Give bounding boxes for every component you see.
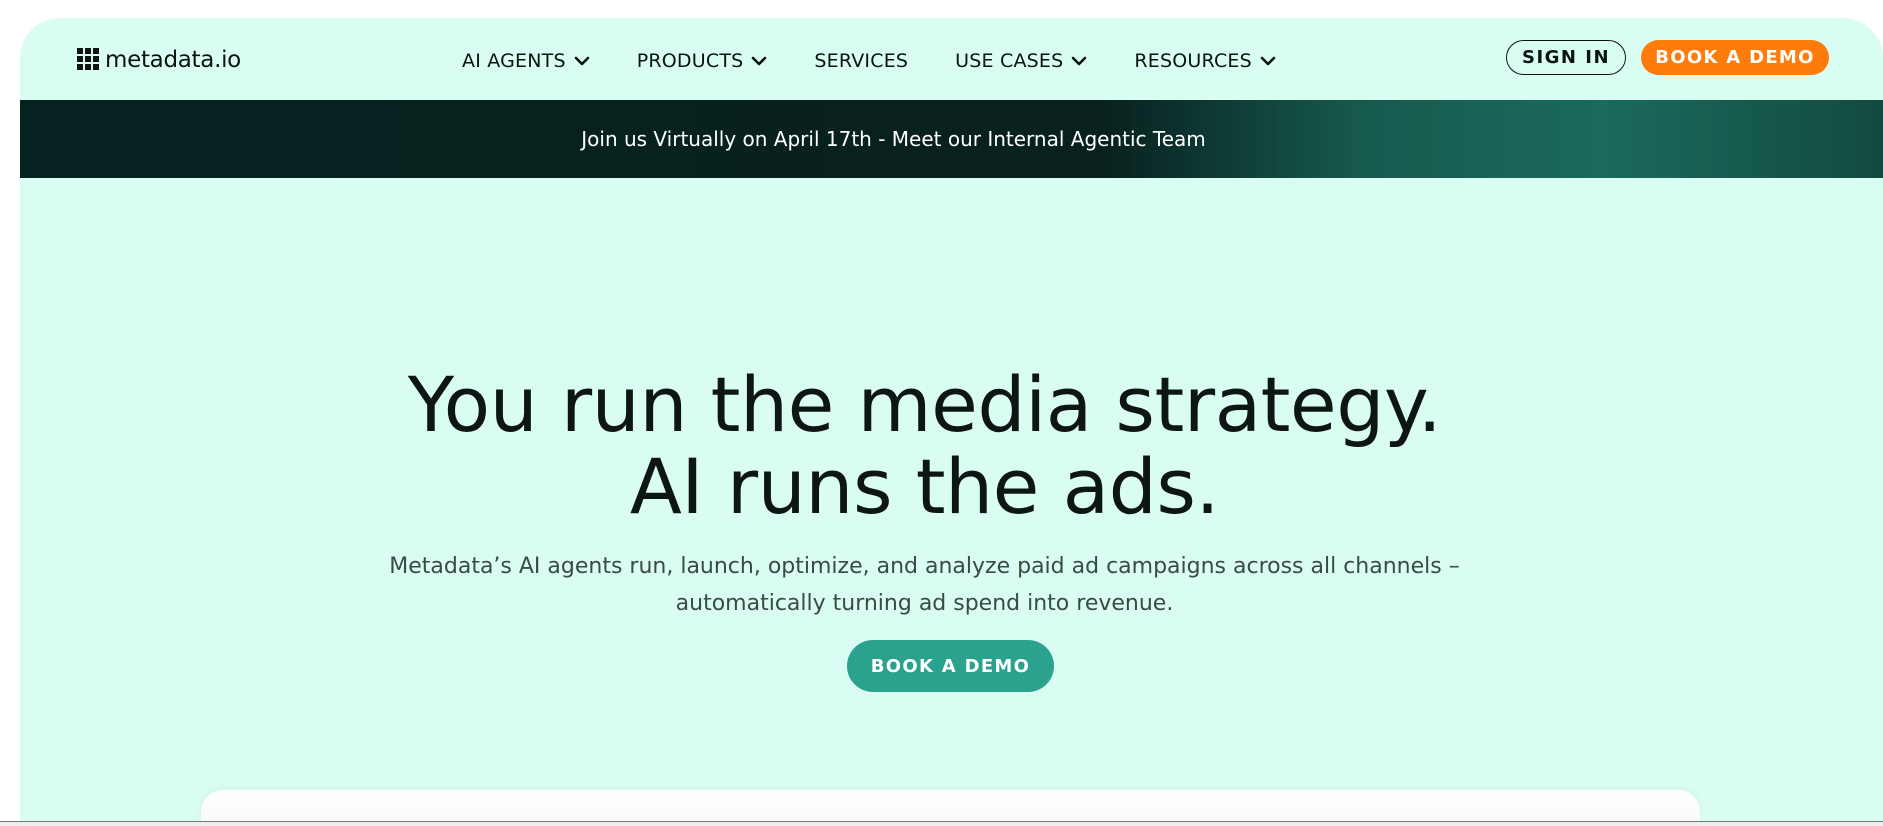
logo-link[interactable]: metadata.io <box>77 47 241 73</box>
nav-item-ai-agents[interactable]: AI AGENTS <box>462 47 590 75</box>
chevron-down-icon <box>1072 56 1087 66</box>
hero-title-line-1: You run the media strategy. <box>407 360 1442 449</box>
nav-item-label: USE CASES <box>955 50 1064 72</box>
book-demo-hero-button[interactable]: BOOK A DEMO <box>847 640 1054 692</box>
nav-item-services[interactable]: SERVICES <box>814 47 908 75</box>
nav-item-label: PRODUCTS <box>636 50 744 72</box>
chevron-down-icon <box>1260 56 1276 66</box>
nav-item-label: RESOURCES <box>1134 50 1252 72</box>
hero-title: You run the media strategy. AI runs the … <box>20 364 1883 528</box>
nav-item-use-cases[interactable]: USE CASES <box>955 47 1087 75</box>
sign-in-button[interactable]: SIGN IN <box>1506 40 1626 75</box>
nav-item-resources[interactable]: RESOURCES <box>1134 47 1276 75</box>
book-demo-header-button[interactable]: BOOK A DEMO <box>1641 40 1829 75</box>
page-container: metadata.io AI AGENTS PRODUCTS SERVICES … <box>20 18 1883 825</box>
chevron-down-icon <box>752 56 767 66</box>
main-nav: AI AGENTS PRODUCTS SERVICES USE CASES RE… <box>462 47 1276 75</box>
product-preview-card <box>201 790 1700 825</box>
grid-icon <box>77 48 101 72</box>
hero-title-line-2: AI runs the ads. <box>629 442 1220 531</box>
hero-subtitle-line-2: automatically turning ad spend into reve… <box>675 591 1174 616</box>
logo-text: metadata.io <box>105 47 241 73</box>
hero-subtitle-line-1: Metadata’s AI agents run, launch, optimi… <box>389 554 1460 579</box>
nav-item-label: AI AGENTS <box>462 50 566 72</box>
announcement-banner[interactable]: Join us Virtually on April 17th - Meet o… <box>20 100 1883 178</box>
hero-subtitle: Metadata’s AI agents run, launch, optimi… <box>20 548 1883 622</box>
announcement-text: Join us Virtually on April 17th - Meet o… <box>581 127 1206 151</box>
window-bottom-edge <box>0 821 1883 826</box>
nav-item-products[interactable]: PRODUCTS <box>637 47 768 75</box>
nav-item-label: SERVICES <box>814 50 909 72</box>
site-header: metadata.io AI AGENTS PRODUCTS SERVICES … <box>20 18 1883 100</box>
chevron-down-icon <box>574 56 590 66</box>
